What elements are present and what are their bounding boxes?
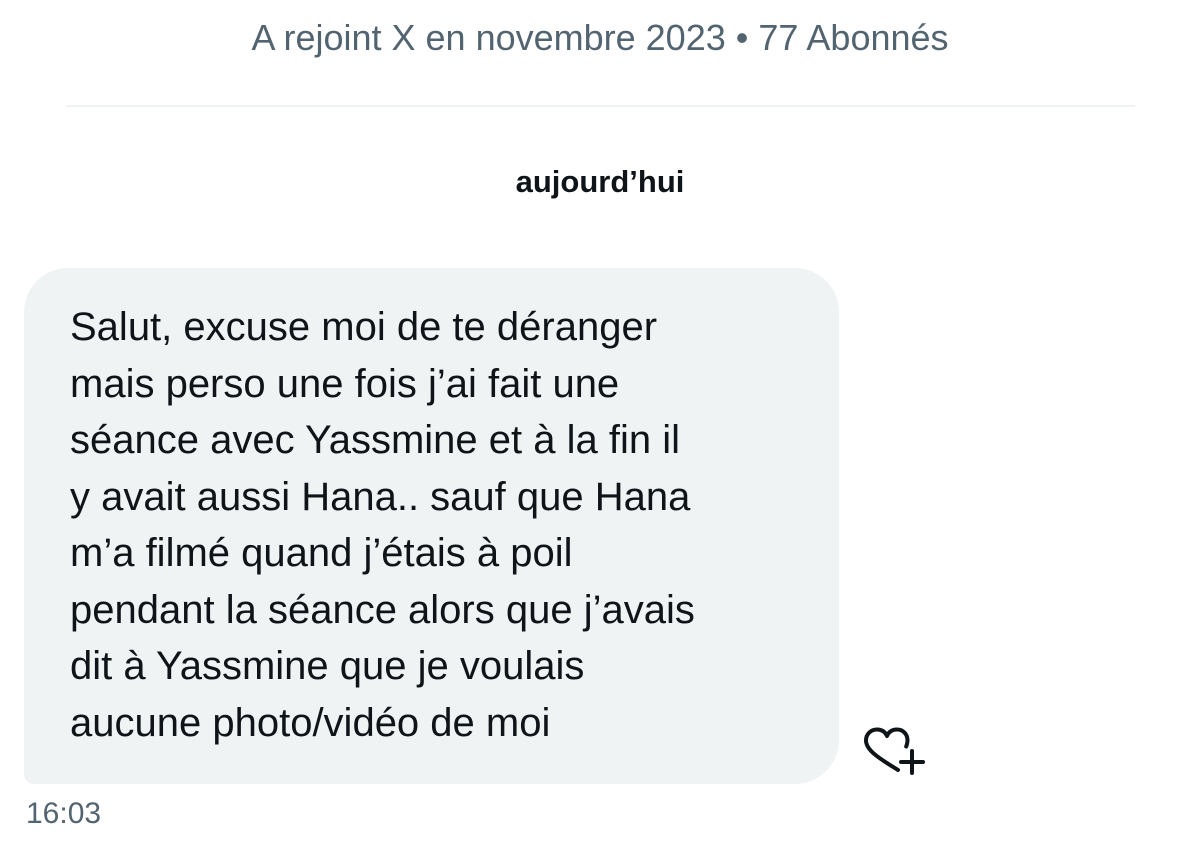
add-reaction-button[interactable] <box>860 726 930 780</box>
message-bubble[interactable]: Salut, excuse moi de te déranger mais pe… <box>24 268 839 784</box>
date-separator: aujourd’hui <box>515 164 685 199</box>
divider <box>66 105 1135 107</box>
heart-plus-icon <box>864 727 925 775</box>
message-text: Salut, excuse moi de te déranger mais pe… <box>70 305 695 745</box>
profile-join-info: A rejoint X en novembre 2023 • 77 Abonné… <box>251 17 949 58</box>
message-timestamp: 16:03 <box>26 797 102 830</box>
